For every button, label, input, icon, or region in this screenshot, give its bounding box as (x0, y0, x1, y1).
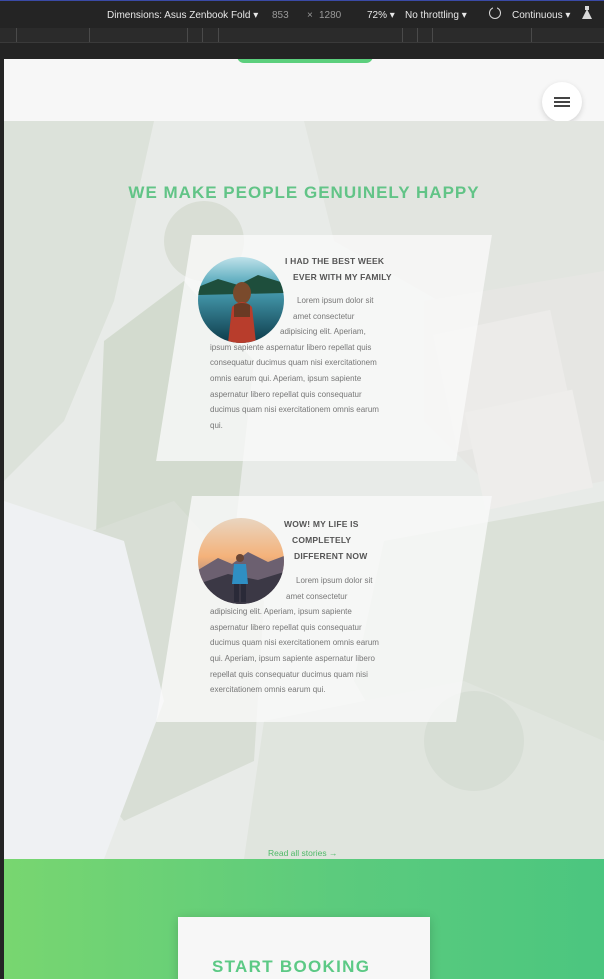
booking-section: START BOOKING (4, 859, 604, 979)
story-title: I HAD THE BEST WEEK EVER WITH MY FAMILY (285, 253, 392, 285)
zoom-label: 72% (367, 10, 388, 21)
story-body: Lorem ipsum dolor sit amet consectetur a… (210, 293, 470, 433)
story-body-line: amet consectetur (286, 591, 348, 601)
story-body-line: aspernatur libero repellat quis consequa… (210, 389, 362, 399)
device-toolbar: Dimensions: Asus Zenbook Fold ▾ 853 × 12… (0, 0, 604, 29)
flask-icon[interactable] (582, 6, 592, 19)
story-body-line: qui. Aperiam, ipsum sapiente aspernatur … (210, 653, 375, 663)
story-body-line: consequatur ducimus quam nisi exercitati… (210, 358, 377, 368)
stories-section: WE MAKE PEOPLE GENUINELY HAPPY I HAD THE… (4, 121, 604, 859)
story-title-line: I HAD THE BEST WEEK (285, 256, 385, 266)
story-body-line: Lorem ipsum dolor sit (297, 296, 374, 305)
continuous-dropdown[interactable]: Continuous ▾ (512, 10, 570, 21)
story-body-line: aspernatur libero repellat quis consequa… (210, 622, 362, 632)
page-viewport: WE MAKE PEOPLE GENUINELY HAPPY I HAD THE… (4, 59, 604, 979)
rotate-icon[interactable] (489, 6, 501, 19)
header-bar (4, 59, 604, 121)
throttling-label: No throttling (405, 10, 459, 21)
read-all-stories-link[interactable]: Read all stories → (268, 848, 337, 859)
story-body-line: amet consectetur (293, 311, 355, 321)
story-body-line: omnis earum qui. Aperiam, ipsum sapiente (210, 373, 362, 383)
story-title: WOW! MY LIFE IS COMPLETELY DIFFERENT NOW (284, 516, 367, 564)
media-query-ruler[interactable] (0, 28, 604, 43)
dimension-separator: × (307, 10, 313, 21)
chevron-down-icon: ▾ (461, 10, 467, 21)
story-title-line: DIFFERENT NOW (294, 551, 368, 561)
chevron-down-icon: ▾ (389, 10, 395, 21)
story-title-line: COMPLETELY (292, 535, 352, 545)
story-body-line: ducimus quam nisi exercitationem omnis e… (210, 405, 379, 415)
story-card: I HAD THE BEST WEEK EVER WITH MY FAMILY … (156, 235, 492, 461)
continuous-label: Continuous (512, 10, 563, 21)
story-body-line: Lorem ipsum dolor sit (296, 576, 373, 585)
device-frame-gap (0, 43, 604, 59)
story-body-line: ipsum sapiente aspernatur libero repella… (210, 342, 372, 352)
height-input[interactable]: 1280 (319, 10, 341, 21)
story-body-line: adipisicing elit. Aperiam, (280, 327, 366, 337)
story-card: WOW! MY LIFE IS COMPLETELY DIFFERENT NOW… (156, 496, 492, 722)
chevron-down-icon: ▾ (253, 10, 259, 21)
aerial-background-image (4, 121, 604, 859)
story-body: Lorem ipsum dolor sit amet consectetur a… (210, 573, 470, 698)
story-body-line: ducimus quam nisi exercitationem omnis e… (210, 638, 379, 648)
throttling-dropdown[interactable]: No throttling ▾ (405, 10, 467, 21)
width-input[interactable]: 853 (272, 10, 289, 21)
booking-card: START BOOKING (178, 917, 430, 979)
story-body-line: exercitationem omnis earum qui. (210, 685, 326, 695)
story-title-line: EVER WITH MY FAMILY (293, 272, 392, 282)
story-body-line: repellat quis consequatur ducimus quam n… (210, 669, 368, 679)
section-title: WE MAKE PEOPLE GENUINELY HAPPY (128, 183, 480, 202)
dimensions-dropdown[interactable]: Dimensions: Asus Zenbook Fold ▾ (107, 10, 258, 21)
zoom-dropdown[interactable]: 72% ▾ (367, 10, 395, 21)
dimensions-label: Dimensions: Asus Zenbook Fold (107, 10, 251, 21)
booking-title: START BOOKING (212, 957, 371, 976)
hamburger-menu-icon[interactable] (542, 82, 582, 122)
chevron-down-icon: ▾ (565, 10, 571, 21)
story-body-line: adipisicing elit. Aperiam, ipsum sapient… (210, 607, 352, 617)
story-body-line: qui. (210, 420, 223, 430)
top-cta-button[interactable] (237, 59, 373, 63)
story-title-line: WOW! MY LIFE IS (284, 519, 359, 529)
